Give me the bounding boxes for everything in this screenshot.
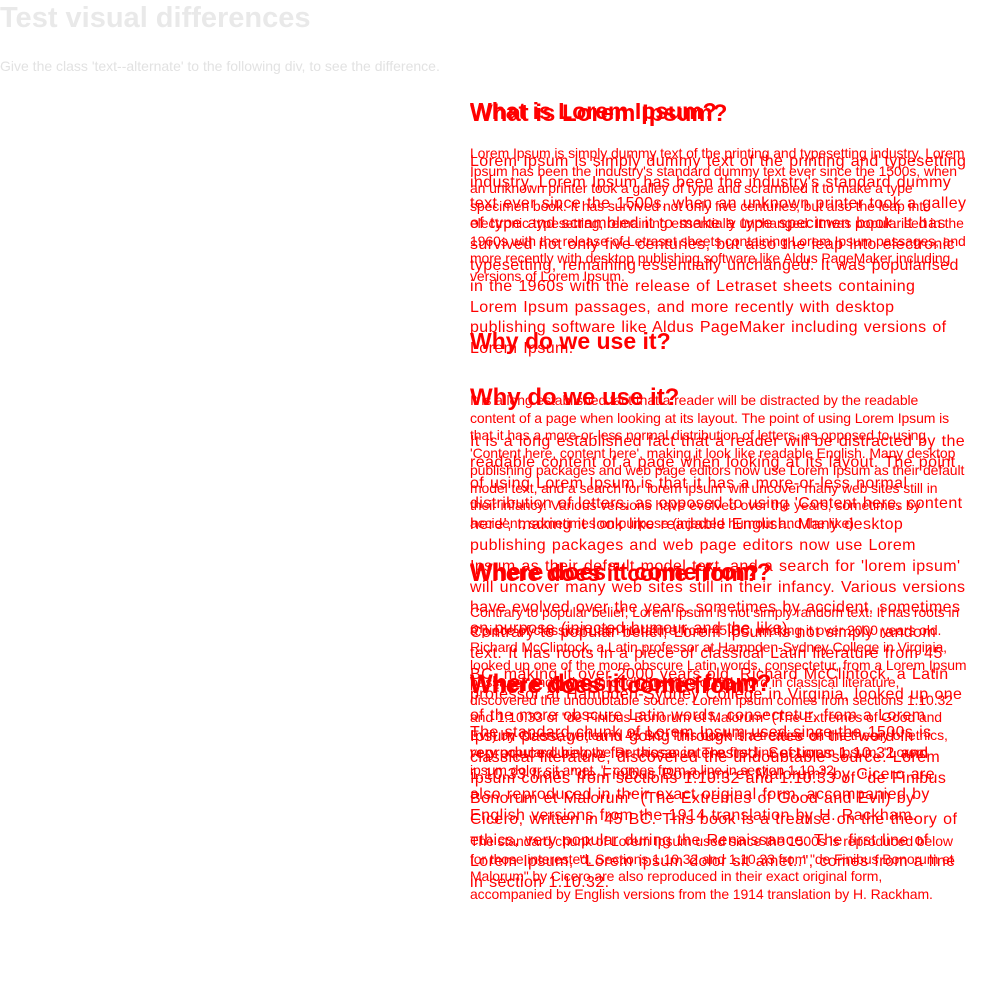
section-heading-what-alt: What is Lorem Ipsum? — [470, 100, 728, 127]
section-heading-why-alt: Why do we use it? — [470, 384, 680, 411]
page-subtitle: Give the class 'text--alternate' to the … — [0, 58, 440, 74]
section-body-what-alt: Lorem Ipsum is simply dummy text of the … — [470, 153, 967, 358]
section-heading-where-alt: Where does it come from? — [470, 559, 772, 586]
page-title: Test visual differences — [0, 2, 311, 34]
section-body-why-alt: It is a long established fact that a rea… — [470, 433, 966, 638]
section-heading-where-2-alt: Where does it come from? — [470, 670, 772, 697]
section-body-where-2-alt: The standard chunk of Lorem Ipsum used s… — [470, 724, 936, 825]
